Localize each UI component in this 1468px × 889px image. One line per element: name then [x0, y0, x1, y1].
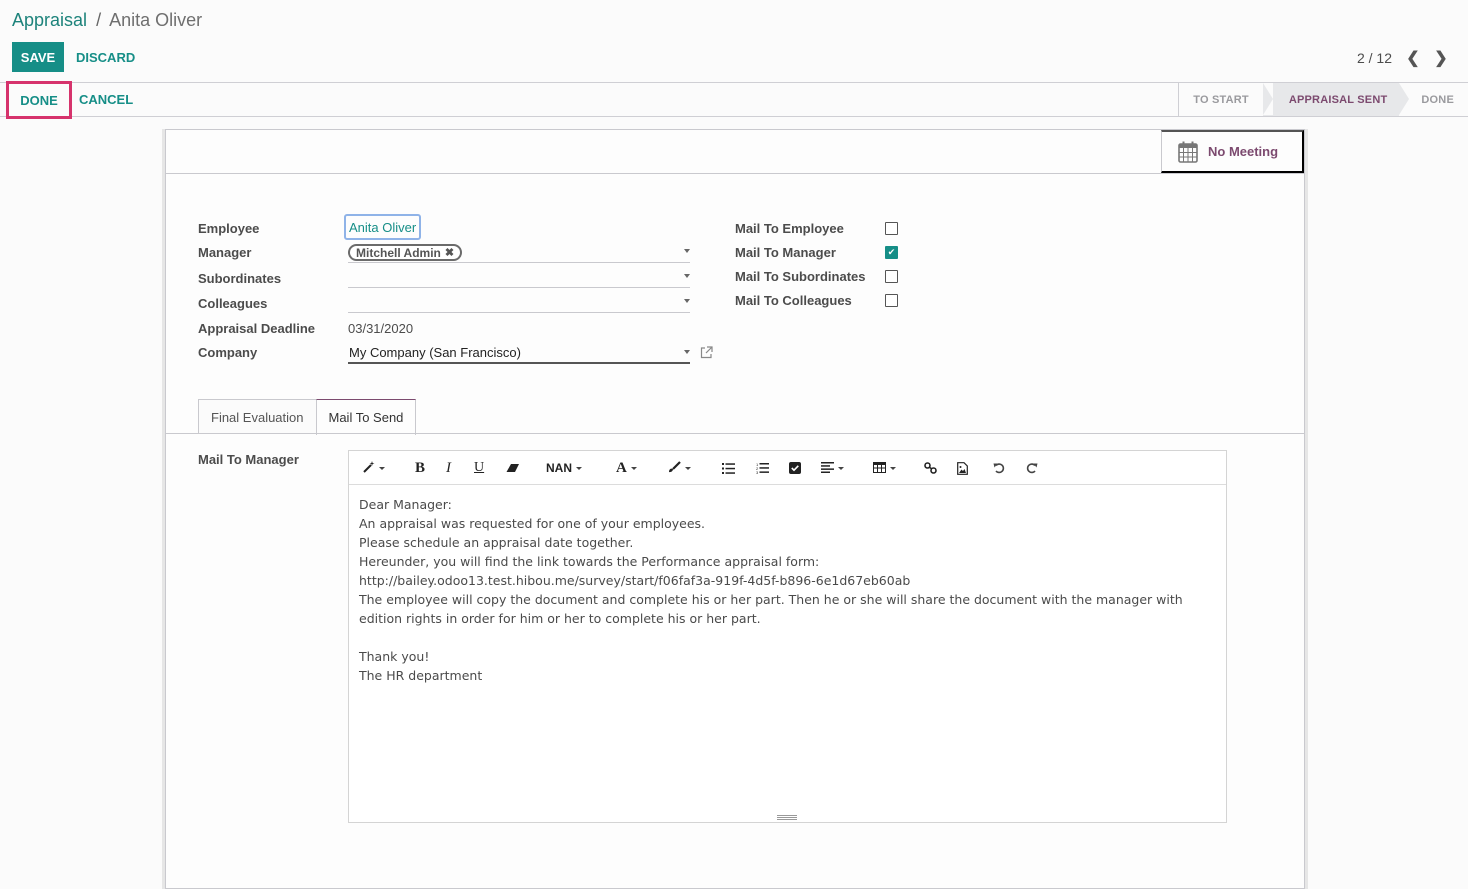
- chevron-down-icon: [576, 466, 582, 470]
- mail-line: Dear Manager:: [359, 497, 452, 512]
- resize-handle[interactable]: [777, 815, 797, 820]
- mail-to-manager-editor-label: Mail To Manager: [198, 452, 299, 467]
- stage-to-start[interactable]: TO START: [1179, 83, 1263, 116]
- employee-value[interactable]: Anita Oliver: [349, 220, 416, 235]
- breadcrumb-current: Anita Oliver: [109, 10, 203, 30]
- subordinates-label: Subordinates: [198, 271, 282, 286]
- breadcrumb-separator: /: [96, 10, 102, 30]
- mail-line: The employee will copy the document and …: [359, 592, 1183, 626]
- chevron-down-icon[interactable]: [684, 249, 690, 253]
- breadcrumb: Appraisal / Anita Oliver: [12, 10, 202, 31]
- button-box: No Meeting: [166, 130, 1304, 174]
- html-editor[interactable]: B I U NAN A 1 2 3 Dear Manager: An appra…: [348, 450, 1227, 823]
- image-icon[interactable]: [957, 459, 968, 477]
- deadline-label: Appraisal Deadline: [198, 321, 316, 336]
- mail-line: [359, 628, 1216, 647]
- tab-final-evaluation[interactable]: Final Evaluation: [198, 399, 317, 434]
- notebook-tabs: Final Evaluation Mail To Send: [198, 399, 417, 435]
- font-color-dropdown[interactable]: A: [616, 459, 637, 477]
- save-button[interactable]: SAVE: [12, 42, 64, 72]
- mail-to-manager-label: Mail To Manager: [735, 245, 836, 260]
- unordered-list-icon[interactable]: [722, 459, 735, 477]
- chevron-down-icon[interactable]: [684, 274, 690, 278]
- chevron-down-icon: [890, 466, 896, 470]
- company-value[interactable]: My Company (San Francisco): [349, 345, 521, 360]
- no-meeting-label: No Meeting: [1208, 144, 1279, 159]
- stage-pipeline: TO START APPRAISAL SENT DONE: [1178, 83, 1468, 116]
- manager-label: Manager: [198, 245, 252, 260]
- align-left-icon: [821, 461, 834, 476]
- mail-line: Please schedule an appraisal date togeth…: [359, 535, 634, 550]
- colleagues-label: Colleagues: [198, 296, 268, 311]
- eraser-icon[interactable]: [506, 459, 520, 477]
- stage-appraisal-sent[interactable]: APPRAISAL SENT: [1262, 83, 1409, 116]
- font-color-icon: A: [616, 459, 627, 476]
- magic-wand-icon: [363, 460, 375, 476]
- pager: 2 / 12 ❮ ❯: [1357, 48, 1448, 68]
- style-dropdown[interactable]: [363, 459, 385, 477]
- mail-to-colleagues-label: Mail To Colleagues: [735, 293, 852, 308]
- remove-tag-icon[interactable]: ✖: [445, 246, 454, 259]
- breadcrumb-parent-link[interactable]: Appraisal: [12, 10, 87, 30]
- chevron-down-icon: [838, 466, 844, 470]
- paragraph-align-dropdown[interactable]: [821, 459, 844, 477]
- status-bar: DONE CANCEL TO START APPRAISAL SENT DONE: [0, 81, 1468, 119]
- cancel-button[interactable]: CANCEL: [79, 83, 133, 116]
- done-button[interactable]: DONE: [6, 81, 72, 119]
- manager-tag-label: Mitchell Admin: [356, 245, 441, 260]
- mail-to-employee-checkbox[interactable]: [885, 222, 898, 235]
- mail-line: Hereunder, you will find the link toward…: [359, 554, 820, 569]
- deadline-value[interactable]: 03/31/2020: [348, 321, 413, 336]
- employee-label: Employee: [198, 221, 260, 236]
- chevron-down-icon: [379, 466, 385, 470]
- company-field[interactable]: My Company (San Francisco): [348, 342, 690, 364]
- mail-line: The HR department: [359, 668, 483, 683]
- font-size-value: NAN: [546, 461, 572, 475]
- ordered-list-icon[interactable]: 123: [756, 459, 769, 477]
- chevron-down-icon: [630, 466, 637, 470]
- chevron-down-icon[interactable]: [684, 299, 690, 303]
- mail-to-subordinates-label: Mail To Subordinates: [735, 269, 866, 284]
- mail-to-employee-label: Mail To Employee: [735, 221, 844, 236]
- underline-button[interactable]: U: [474, 459, 484, 477]
- discard-button[interactable]: DISCARD: [76, 42, 135, 72]
- editor-content[interactable]: Dear Manager: An appraisal was requested…: [349, 485, 1226, 695]
- calendar-icon: [1178, 141, 1198, 163]
- tab-divider: [166, 433, 1304, 434]
- redo-icon[interactable]: [1026, 459, 1038, 477]
- chevron-down-icon[interactable]: [684, 350, 690, 354]
- chevron-left-icon[interactable]: ❮: [1406, 48, 1420, 68]
- mail-to-subordinates-checkbox[interactable]: [885, 270, 898, 283]
- table-dropdown[interactable]: [873, 459, 896, 477]
- survey-link: http://bailey.odoo13.test.hibou.me/surve…: [359, 573, 911, 588]
- svg-text:3: 3: [756, 470, 759, 474]
- link-icon[interactable]: [924, 459, 937, 477]
- chevron-right-icon[interactable]: ❯: [1434, 48, 1448, 68]
- manager-tag: Mitchell Admin ✖: [348, 244, 463, 261]
- checklist-icon[interactable]: [789, 459, 801, 477]
- paint-brush-icon: [668, 460, 681, 476]
- background-color-dropdown[interactable]: [668, 459, 691, 477]
- mail-to-manager-checkbox[interactable]: ✔: [885, 246, 898, 259]
- no-meeting-button[interactable]: No Meeting: [1161, 130, 1304, 173]
- company-label: Company: [198, 345, 258, 360]
- pager-value[interactable]: 2 / 12: [1357, 50, 1392, 66]
- italic-button[interactable]: I: [446, 459, 451, 477]
- table-icon: [873, 461, 886, 476]
- mail-line: Thank you!: [359, 649, 430, 664]
- mail-to-colleagues-checkbox[interactable]: [885, 294, 898, 307]
- mail-line: An appraisal was requested for one of yo…: [359, 516, 706, 531]
- stage-done[interactable]: DONE: [1399, 83, 1468, 116]
- font-size-dropdown[interactable]: NAN: [546, 459, 582, 477]
- bold-button[interactable]: B: [415, 459, 425, 477]
- employee-field[interactable]: Anita Oliver: [344, 214, 422, 240]
- editor-toolbar: B I U NAN A 1 2 3: [349, 451, 1226, 485]
- subordinates-field[interactable]: [348, 266, 690, 288]
- external-link-icon[interactable]: [700, 346, 713, 359]
- form-sheet: No Meeting Employee Anita Oliver Manager…: [165, 129, 1305, 889]
- colleagues-field[interactable]: [348, 291, 690, 313]
- tab-mail-to-send[interactable]: Mail To Send: [315, 399, 417, 435]
- undo-icon[interactable]: [993, 459, 1005, 477]
- chevron-down-icon: [685, 466, 691, 470]
